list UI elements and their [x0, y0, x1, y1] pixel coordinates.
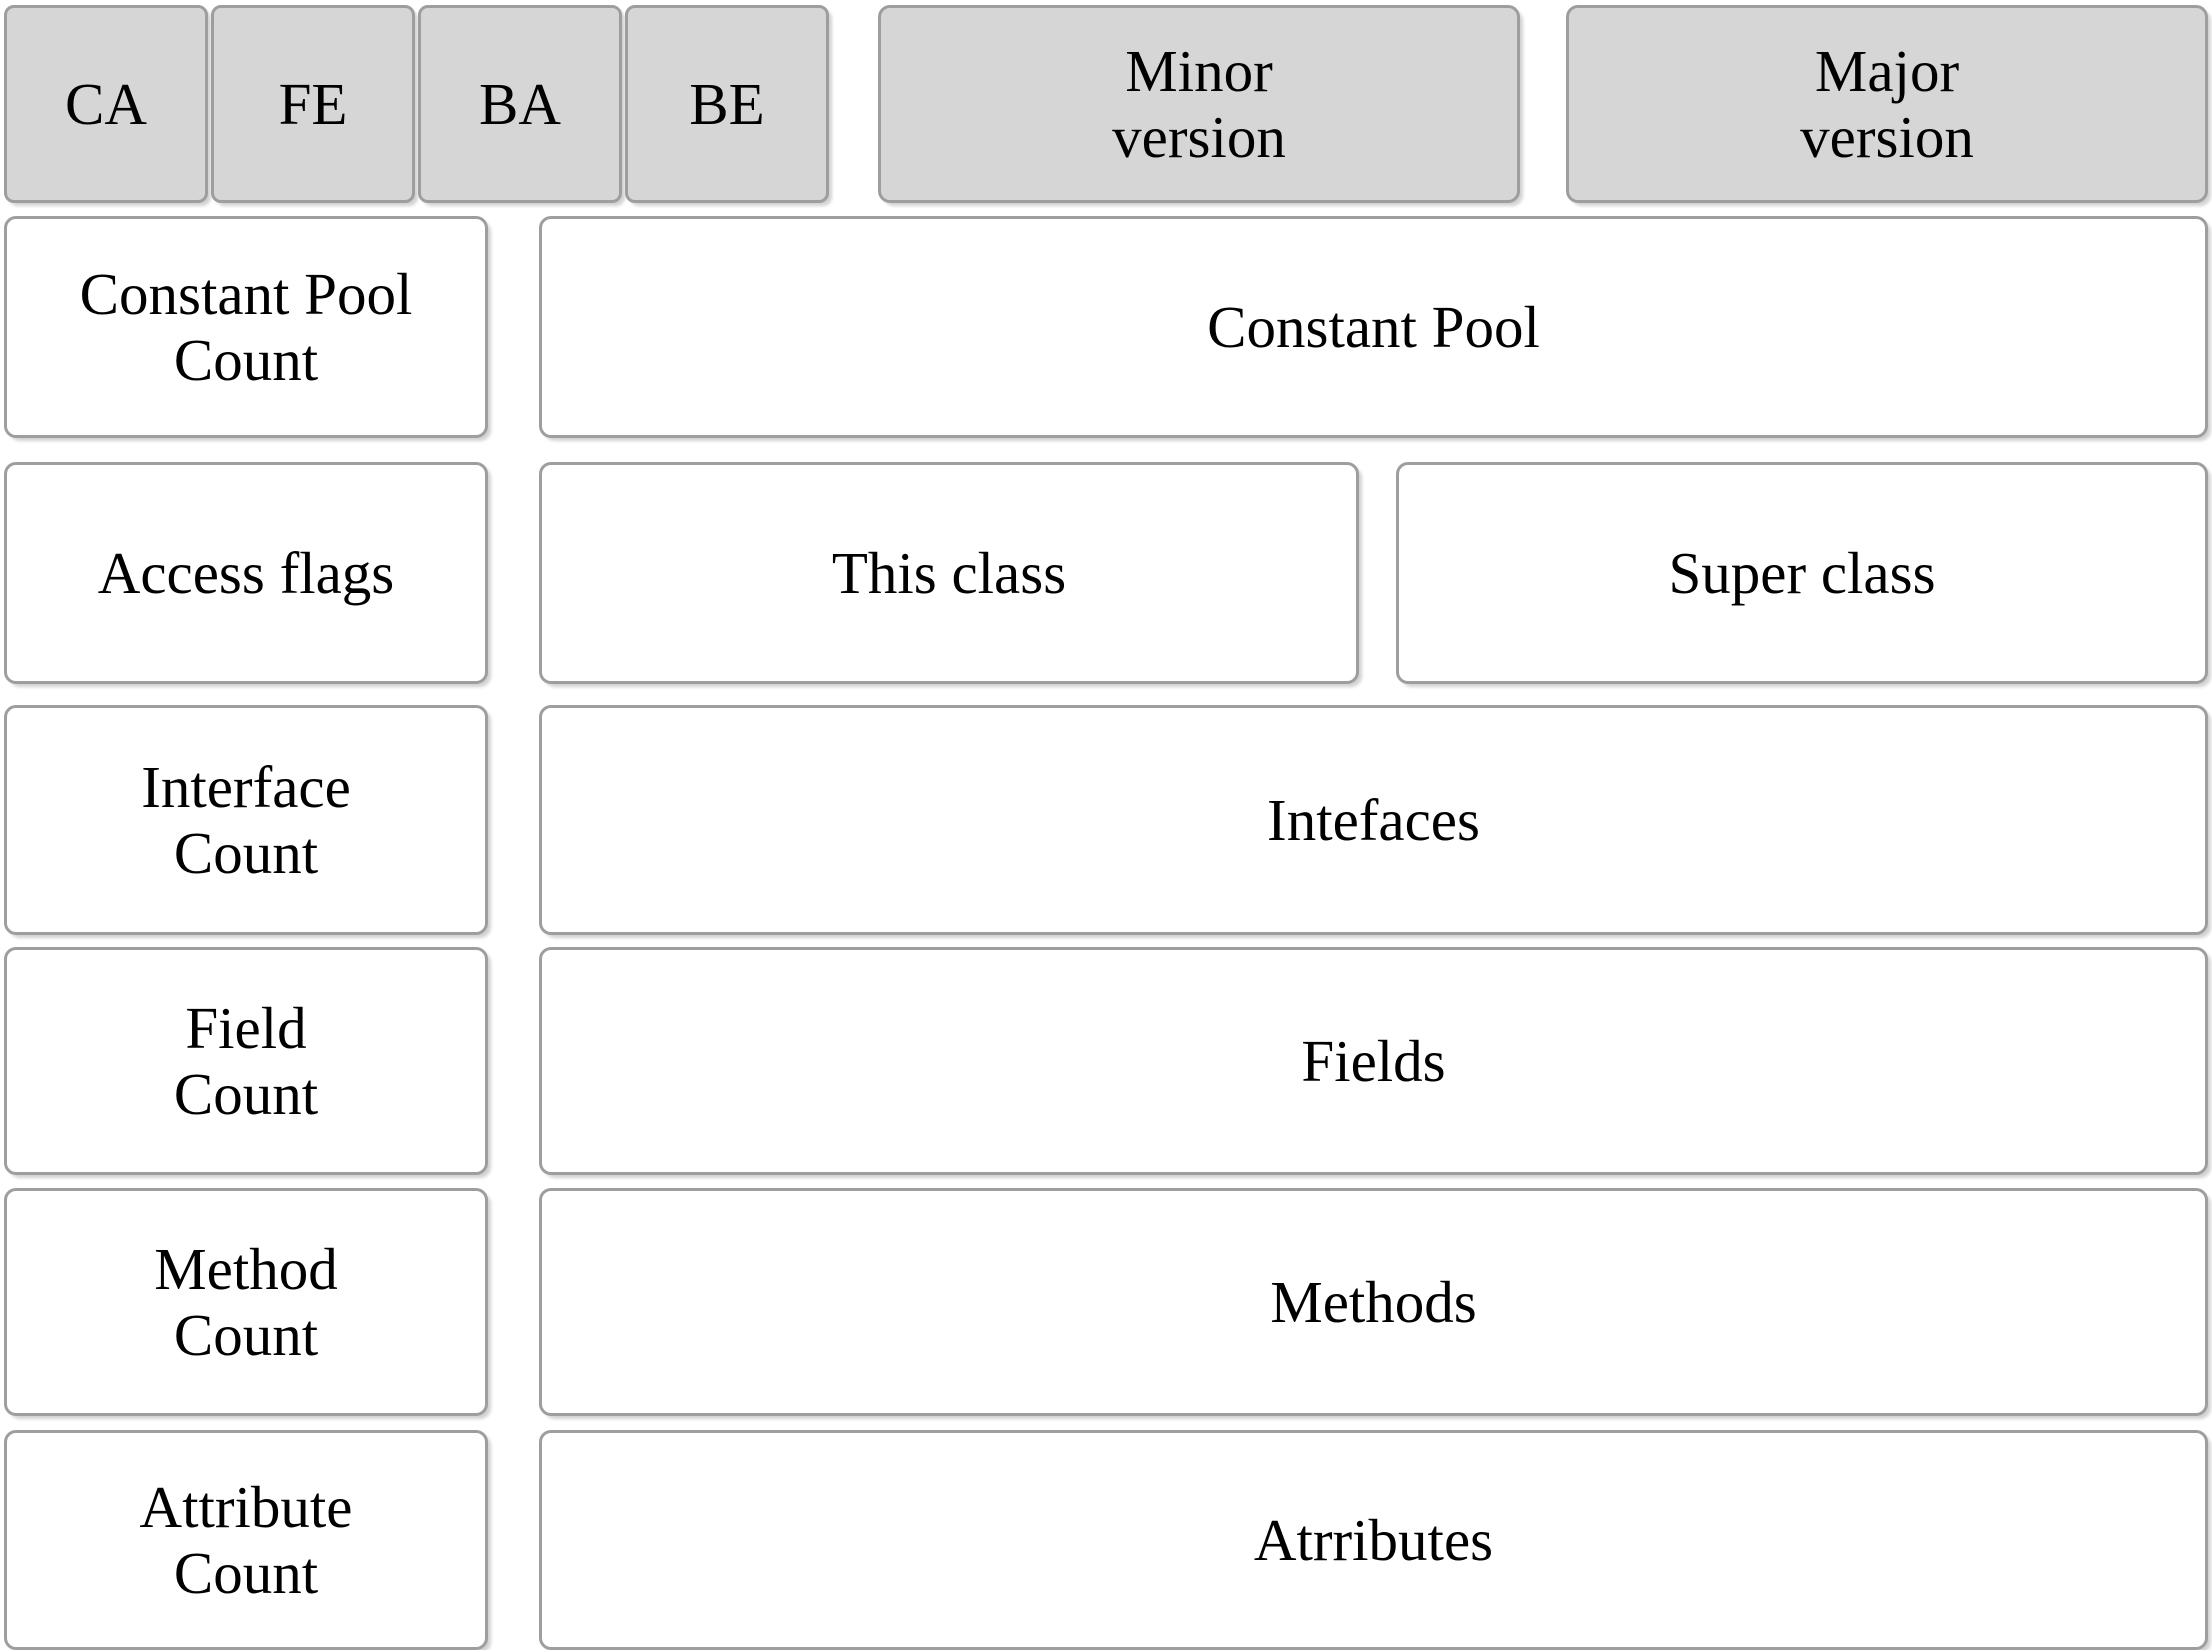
magic-byte-label: FE	[278, 70, 348, 137]
interfaces-label: Intefaces	[1267, 786, 1480, 853]
magic-byte-label: CA	[65, 70, 147, 137]
magic-and-version-row: CA FE BA BE Minor version Major version	[4, 5, 2208, 203]
interface-count-box: Interface Count	[4, 705, 488, 935]
class-reference-group: This class Super class	[539, 462, 2208, 684]
super-class-box: Super class	[1396, 462, 2208, 684]
interface-count-label: Interface Count	[141, 753, 351, 886]
magic-byte-box-ba: BA	[418, 5, 622, 203]
methods-box: Methods	[539, 1188, 2208, 1416]
minor-version-label: Minor version	[1112, 37, 1286, 170]
magic-byte-box-be: BE	[625, 5, 829, 203]
minor-version-box: Minor version	[878, 5, 1520, 203]
access-flags-row: Access flags This class Super class	[4, 462, 2208, 684]
this-class-label: This class	[831, 539, 1067, 606]
attributes-row: Attribute Count Atrributes	[4, 1430, 2208, 1650]
access-flags-box: Access flags	[4, 462, 488, 684]
class-file-structure-diagram: CA FE BA BE Minor version Major version	[0, 0, 2212, 1650]
fields-label: Fields	[1301, 1027, 1446, 1094]
interfaces-row: Interface Count Intefaces	[4, 705, 2208, 935]
access-flags-label: Access flags	[97, 539, 395, 606]
major-version-box: Major version	[1566, 5, 2208, 203]
attributes-label: Atrributes	[1253, 1506, 1494, 1573]
magic-byte-box-fe: FE	[211, 5, 415, 203]
method-count-label: Method Count	[154, 1235, 338, 1368]
field-count-label: Field Count	[173, 994, 319, 1127]
interfaces-box: Intefaces	[539, 705, 2208, 935]
fields-box: Fields	[539, 947, 2208, 1175]
field-count-box: Field Count	[4, 947, 488, 1175]
method-count-box: Method Count	[4, 1188, 488, 1416]
magic-byte-label: BA	[479, 70, 561, 137]
methods-row: Method Count Methods	[4, 1188, 2208, 1416]
constant-pool-count-label: Constant Pool Count	[79, 260, 413, 393]
constant-pool-label: Constant Pool	[1207, 293, 1540, 360]
constant-pool-row: Constant Pool Count Constant Pool	[4, 216, 2208, 438]
attributes-box: Atrributes	[539, 1430, 2208, 1650]
magic-byte-label: BE	[689, 70, 765, 137]
methods-label: Methods	[1270, 1268, 1477, 1335]
constant-pool-box: Constant Pool	[539, 216, 2208, 438]
this-class-box: This class	[539, 462, 1359, 684]
magic-byte-box-ca: CA	[4, 5, 208, 203]
fields-row: Field Count Fields	[4, 947, 2208, 1175]
constant-pool-count-box: Constant Pool Count	[4, 216, 488, 438]
super-class-label: Super class	[1668, 539, 1936, 606]
major-version-label: Major version	[1800, 37, 1974, 170]
attribute-count-box: Attribute Count	[4, 1430, 488, 1650]
attribute-count-label: Attribute Count	[139, 1473, 353, 1606]
